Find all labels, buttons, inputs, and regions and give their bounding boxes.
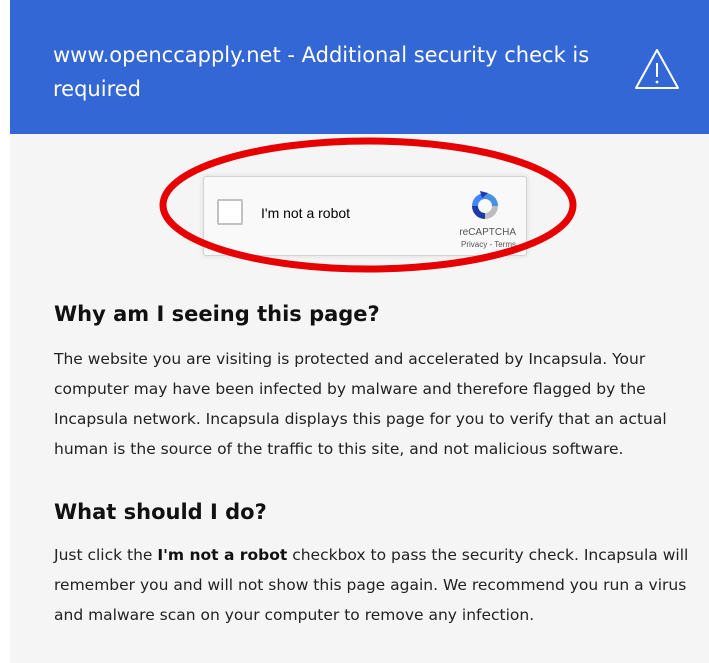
header-bar: www.openccapply.net - Additional securit…	[10, 0, 709, 134]
why-paragraph: The website you are visiting is protecte…	[54, 350, 667, 458]
what-body-prefix: Just click the	[54, 546, 158, 564]
not-a-robot-checkbox[interactable]	[217, 199, 243, 225]
security-check-page: www.openccapply.net - Additional securit…	[10, 0, 709, 663]
what-paragraph: Just click the I'm not a robot checkbox …	[54, 540, 689, 630]
recaptcha-links: Privacy - Terms	[461, 240, 516, 249]
recaptcha-brand: reCAPTCHA	[459, 227, 516, 238]
privacy-link[interactable]: Privacy	[461, 240, 487, 249]
why-heading: Why am I seeing this page?	[54, 302, 380, 326]
terms-link[interactable]: Terms	[494, 240, 516, 249]
recaptcha-logo-icon	[472, 191, 498, 219]
what-body-bold: I'm not a robot	[157, 546, 288, 564]
what-heading: What should I do?	[54, 500, 267, 524]
checkbox-label: I'm not a robot	[261, 205, 351, 221]
recaptcha-widget: I'm not a robot reCAPTCHA Privacy - Term…	[203, 176, 527, 256]
warning-triangle-icon	[635, 49, 679, 89]
header-title: www.openccapply.net - Additional securit…	[53, 43, 590, 101]
